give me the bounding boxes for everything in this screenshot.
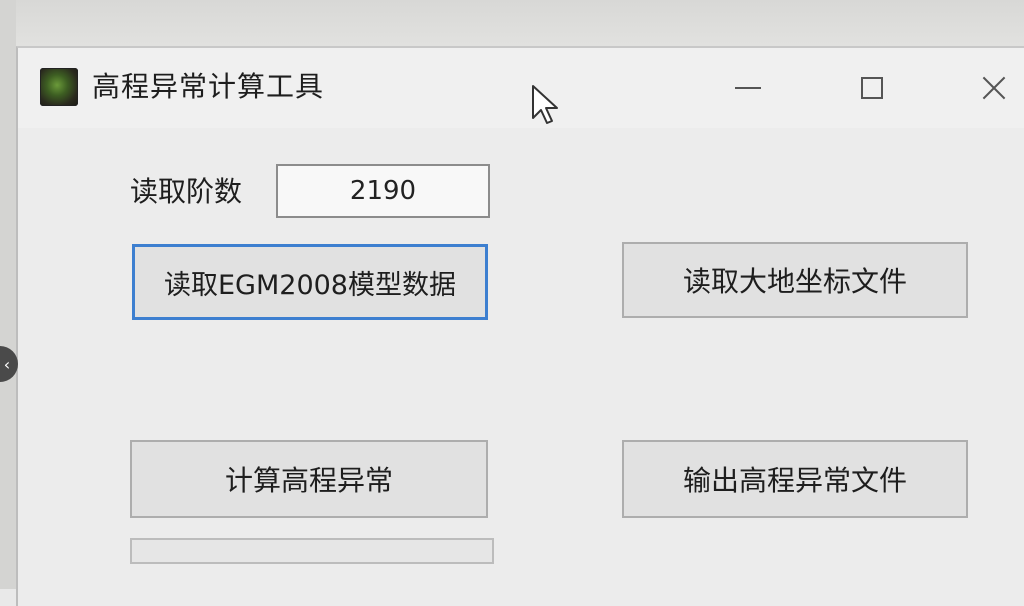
app-icon [40, 68, 78, 106]
export-anomaly-file-button[interactable]: 输出高程异常文件 [622, 440, 968, 518]
title-bar[interactable]: 高程异常计算工具 [18, 48, 1024, 128]
minimize-button[interactable] [718, 66, 778, 110]
close-icon [981, 75, 1007, 101]
desktop-backdrop [0, 0, 1024, 50]
client-area: 读取阶数 读取EGM2008模型数据 读取大地坐标文件 计算高程异常 输出高程异… [18, 128, 1024, 606]
read-egm2008-button[interactable]: 读取EGM2008模型数据 [132, 244, 488, 320]
order-input[interactable] [276, 164, 490, 218]
order-label: 读取阶数 [130, 175, 243, 208]
mouse-cursor-icon [532, 85, 558, 124]
window-title: 高程异常计算工具 [92, 70, 325, 103]
maximize-icon [861, 77, 883, 99]
maximize-button[interactable] [842, 66, 902, 110]
desktop-edge [0, 0, 16, 589]
read-geodetic-file-button[interactable]: 读取大地坐标文件 [622, 242, 968, 318]
compute-anomaly-button[interactable]: 计算高程异常 [130, 440, 488, 518]
close-button[interactable] [964, 66, 1024, 110]
minimize-icon [735, 87, 761, 89]
app-window: 高程异常计算工具 读取阶数 读取EGM2008模型数据 读取大地坐标文件 计算高… [16, 46, 1024, 606]
progress-bar [130, 538, 494, 564]
